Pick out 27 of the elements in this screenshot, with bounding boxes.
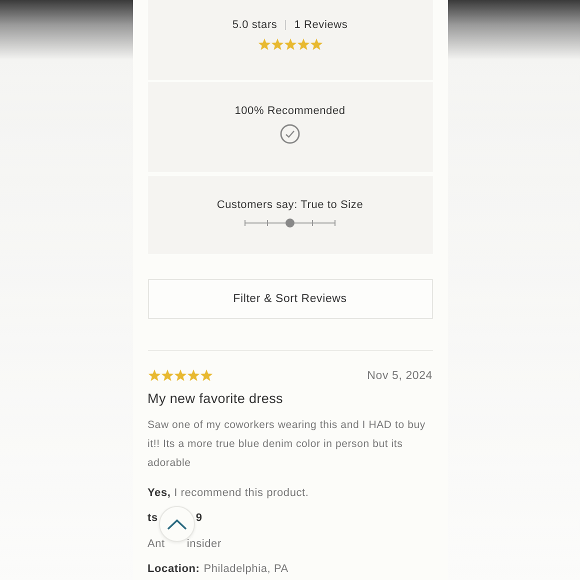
recommended-text: 100% Recommended	[234, 105, 346, 117]
star-icon	[258, 38, 270, 51]
filter-sort-button[interactable]: Filter & Sort Reviews	[148, 279, 432, 319]
star-icon	[310, 38, 322, 51]
star-icon	[270, 38, 284, 51]
member-badge-text: insider	[186, 538, 222, 550]
check-circle-icon	[280, 124, 300, 144]
rating-text: 5.0 stars	[232, 19, 278, 31]
chevron-up-icon	[166, 518, 186, 530]
review-count: 1 Reviews	[294, 19, 348, 31]
star-icon	[148, 369, 160, 382]
star-icon	[284, 38, 296, 51]
recommend-text: Yes, I recommend this product.	[148, 487, 310, 499]
star-icon	[200, 369, 212, 382]
location-text: Philadelphia, PA	[204, 563, 288, 575]
star-icon	[174, 369, 186, 382]
star-icon	[296, 38, 310, 51]
star-icon	[186, 369, 200, 382]
location-label: Location:	[148, 563, 200, 575]
fit-text: Customers say: True to Size	[216, 199, 364, 211]
member-badge-text: Ant	[148, 538, 165, 550]
review-title: My new favorite dress	[148, 391, 284, 406]
username-text: ts	[148, 512, 158, 524]
review-body: Saw one of my coworkers wearing this and I HAD to buy it!! Its a more true blue denim color in person but its adorable	[148, 418, 426, 471]
star-icon	[160, 369, 174, 382]
username-text: 9	[196, 512, 202, 524]
review-date: Nov 5, 2024	[367, 370, 432, 382]
